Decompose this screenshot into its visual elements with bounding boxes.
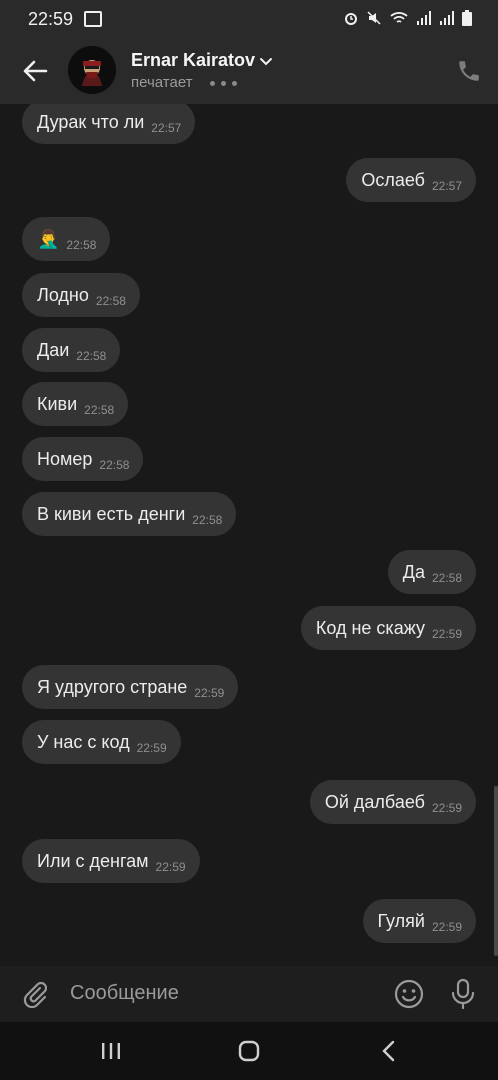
message-text: 🤦‍♂️ [37, 228, 60, 249]
signal-icon [417, 11, 431, 25]
message-text: Я удругого стране [37, 676, 188, 697]
mute-icon [367, 11, 381, 25]
message-text: Номер [37, 448, 93, 469]
message-text: Код не скажу [315, 617, 425, 638]
message-time: 22:58 [99, 458, 130, 472]
message-text: Гуляй [377, 910, 425, 931]
outgoing-message-bubble[interactable]: Да 22:58 [387, 550, 476, 594]
outgoing-message-bubble[interactable]: Ой далбаеб 22:59 [309, 780, 476, 824]
alarm-icon [345, 13, 357, 25]
phone-call-icon[interactable] [456, 58, 482, 84]
message-time: 22:59 [136, 741, 167, 755]
message-time: 22:58 [431, 571, 462, 585]
wifi-icon [390, 12, 408, 23]
outgoing-message-bubble[interactable]: Код не скажу 22:59 [300, 606, 476, 650]
contact-name[interactable]: Ernar Kairatov [131, 50, 255, 71]
typing-status: печатает [131, 74, 193, 91]
nav-back-icon[interactable] [380, 1040, 398, 1062]
message-time: 22:58 [95, 294, 126, 308]
message-text: Или с денгам [37, 850, 149, 871]
incoming-message-bubble[interactable]: Номер 22:58 [22, 437, 144, 481]
contact-avatar[interactable] [68, 46, 116, 94]
system-nav-bar [0, 1022, 498, 1080]
incoming-message-bubble[interactable]: У нас с код 22:59 [22, 720, 181, 764]
message-text: Даи [37, 339, 70, 360]
message-list[interactable]: Дурак что ли 22:57 Ослаеб 22:57 🤦‍♂️ 22:58 Лод… [0, 104, 498, 966]
scrollbar[interactable] [494, 786, 498, 956]
typing-dots [210, 81, 237, 86]
status-icons [343, 10, 472, 26]
incoming-message-bubble[interactable]: Даи 22:58 [22, 328, 121, 372]
message-time: 22:59 [431, 627, 462, 641]
status-bar: 22:59 [0, 0, 498, 38]
status-time: 22:59 [28, 9, 74, 29]
message-time: 22:59 [194, 686, 225, 700]
incoming-message-bubble[interactable]: Лодно 22:58 [22, 273, 140, 317]
microphone-icon[interactable] [448, 978, 478, 1010]
message-text: Ослаеб [361, 169, 425, 190]
outgoing-message-bubble[interactable]: Ослаеб 22:57 [346, 158, 476, 202]
message-time: 22:59 [155, 860, 186, 874]
message-text: Ой далбаеб [324, 791, 425, 812]
incoming-message-bubble[interactable]: Дурак что ли 22:57 [22, 104, 196, 144]
back-arrow-icon[interactable] [20, 56, 50, 86]
chevron-down-icon[interactable] [259, 54, 273, 68]
recent-apps-icon[interactable] [100, 1042, 122, 1060]
message-time: 22:59 [431, 801, 462, 815]
emoji-icon[interactable] [393, 978, 425, 1010]
signal-icon-2 [440, 11, 454, 25]
message-text: Киви [37, 393, 78, 414]
message-text: Дурак что ли [37, 111, 145, 132]
attach-paperclip-icon[interactable] [20, 979, 50, 1009]
home-icon[interactable] [238, 1040, 260, 1062]
message-text: Лодно [37, 284, 89, 305]
message-time: 22:58 [192, 513, 223, 527]
incoming-message-bubble[interactable]: 🤦‍♂️ 22:58 [22, 217, 111, 261]
incoming-message-bubble[interactable]: Киви 22:58 [22, 382, 129, 426]
message-time: 22:58 [76, 349, 107, 363]
message-time: 22:58 [84, 403, 115, 417]
gallery-notification-icon [84, 11, 102, 27]
message-time: 22:58 [66, 238, 97, 252]
message-input[interactable]: Сообщение [70, 982, 179, 1005]
message-time: 22:57 [151, 121, 182, 135]
message-time: 22:57 [431, 179, 462, 193]
chat-header: Ernar Kairatov печатает [0, 38, 498, 104]
incoming-message-bubble[interactable]: Я удругого стране 22:59 [22, 665, 239, 709]
message-time: 22:59 [431, 920, 462, 934]
outgoing-message-bubble[interactable]: Гуляй 22:59 [362, 899, 476, 943]
message-text: У нас с код [37, 731, 130, 752]
incoming-message-bubble[interactable]: В киви есть денги 22:58 [22, 492, 237, 536]
message-text: Да [402, 561, 425, 582]
message-text: В киви есть денги [37, 503, 186, 524]
avatar-image [68, 46, 116, 94]
battery-icon [462, 10, 472, 26]
message-composer: Сообщение [0, 966, 498, 1022]
incoming-message-bubble[interactable]: Или с денгам 22:59 [22, 839, 200, 883]
